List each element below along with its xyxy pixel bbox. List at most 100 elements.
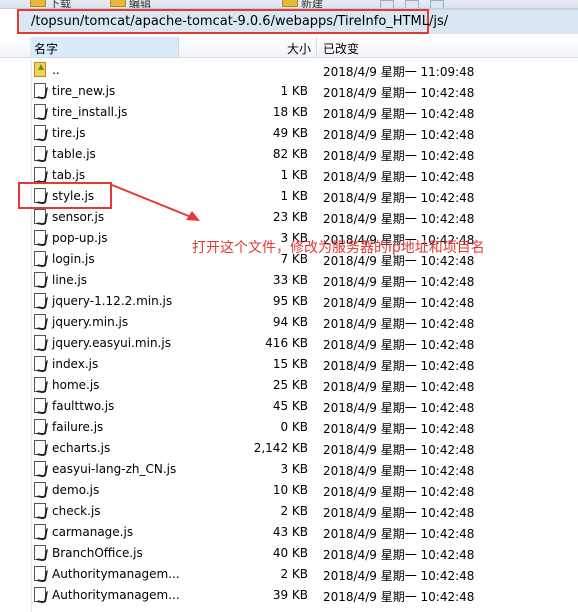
- js-file-icon: [34, 83, 46, 98]
- file-modified: 2018/4/9 星期一 10:42:48: [323, 464, 475, 478]
- js-file-icon: [34, 272, 46, 287]
- file-row[interactable]: jquery.min.js 94 KB 2018/4/9 星期一 10:42:48: [0, 312, 578, 333]
- column-divider[interactable]: [316, 37, 317, 57]
- file-size: 1 KB: [280, 84, 308, 98]
- toolbar-new-button[interactable]: 新建: [282, 0, 323, 8]
- file-name: login.js: [52, 252, 95, 266]
- js-file-icon: [34, 398, 46, 413]
- file-size: 15 KB: [272, 357, 308, 371]
- file-modified: 2018/4/9 星期一 10:42:48: [323, 359, 475, 373]
- annotation-text: 打开这个文件，修改为服务器的ip地址和项目名: [192, 240, 485, 256]
- js-file-icon: [34, 167, 46, 182]
- file-size: 3 KB: [280, 462, 308, 476]
- file-name: ..: [52, 63, 60, 77]
- js-file-icon: [34, 251, 46, 266]
- js-file-icon: [34, 377, 46, 392]
- new-folder-icon: [282, 0, 298, 7]
- file-name: jquery-1.12.2.min.js: [52, 294, 173, 308]
- file-row[interactable]: Authoritymanagem... 2 KB 2018/4/9 星期一 10:4…: [0, 564, 578, 585]
- file-name: pop-up.js: [52, 231, 108, 245]
- file-size: 0 KB: [280, 420, 308, 434]
- download-icon: [30, 0, 46, 7]
- file-row[interactable]: Authoritymanagem... 39 KB 2018/4/9 星期一 10:…: [0, 585, 578, 606]
- file-name: tab.js: [52, 168, 86, 182]
- file-row[interactable]: carmanage.js 43 KB 2018/4/9 星期一 10:42:48: [0, 522, 578, 543]
- js-file-icon: [34, 209, 46, 224]
- js-file-icon: [34, 419, 46, 434]
- file-name: tire_new.js: [52, 84, 116, 98]
- file-name: carmanage.js: [52, 525, 134, 539]
- file-row[interactable]: demo.js 10 KB 2018/4/9 星期一 10:42:48: [0, 480, 578, 501]
- file-name: demo.js: [52, 483, 100, 497]
- modified-column-header[interactable]: 已改变: [323, 40, 359, 57]
- js-file-icon: [34, 545, 46, 560]
- file-row[interactable]: home.js 25 KB 2018/4/9 星期一 10:42:48: [0, 375, 578, 396]
- js-file-icon: [34, 461, 46, 476]
- file-row[interactable]: line.js 33 KB 2018/4/9 星期一 10:42:48: [0, 270, 578, 291]
- file-name: jquery.min.js: [52, 315, 129, 329]
- js-file-icon: [34, 503, 46, 518]
- file-modified: 2018/4/9 星期一 10:42:48: [323, 296, 475, 310]
- file-row[interactable]: easyui-lang-zh_CN.js 3 KB 2018/4/9 星期一 10:…: [0, 459, 578, 480]
- file-modified: 2018/4/9 星期一 10:42:48: [323, 128, 475, 142]
- file-row[interactable]: table.js 82 KB 2018/4/9 星期一 10:42:48: [0, 144, 578, 165]
- file-size: 49 KB: [272, 126, 308, 140]
- toolbar-download-button[interactable]: 下载: [30, 0, 71, 8]
- file-size: 2,142 KB: [253, 441, 308, 455]
- file-name: echarts.js: [52, 441, 111, 455]
- file-row[interactable]: echarts.js 2,142 KB 2018/4/9 星期一 10:42:48: [0, 438, 578, 459]
- view-button-2[interactable]: [405, 0, 419, 8]
- parent-folder-icon: [34, 62, 46, 77]
- file-modified: 2018/4/9 星期一 10:42:48: [323, 569, 475, 583]
- file-name: home.js: [52, 378, 100, 392]
- file-modified: 2018/4/9 星期一 10:42:48: [323, 86, 475, 100]
- size-column-header[interactable]: 大小: [287, 40, 311, 57]
- file-row[interactable]: jquery.easyui.min.js 416 KB 2018/4/9 星期一 1…: [0, 333, 578, 354]
- file-size: 39 KB: [272, 588, 308, 602]
- file-name: line.js: [52, 273, 88, 287]
- file-name: Authoritymanagem...: [52, 588, 180, 602]
- js-file-icon: [34, 293, 46, 308]
- js-file-icon: [34, 566, 46, 581]
- file-row[interactable]: tire.js 49 KB 2018/4/9 星期一 10:42:48: [0, 123, 578, 144]
- file-row[interactable]: sensor.js 23 KB 2018/4/9 星期一 10:42:48: [0, 207, 578, 228]
- file-name: sensor.js: [52, 210, 105, 224]
- file-size: 94 KB: [272, 315, 308, 329]
- file-modified: 2018/4/9 星期一 10:42:48: [323, 401, 475, 415]
- address-bar-extension: [429, 9, 578, 34]
- file-row[interactable]: jquery-1.12.2.min.js 95 KB 2018/4/9 星期一 10…: [0, 291, 578, 312]
- file-row[interactable]: check.js 2 KB 2018/4/9 星期一 10:42:48: [0, 501, 578, 522]
- file-row[interactable]: tire_install.js 18 KB 2018/4/9 星期一 10:42:4…: [0, 102, 578, 123]
- view-button-3[interactable]: [430, 0, 444, 8]
- js-file-icon: [34, 230, 46, 245]
- name-column-header[interactable]: 名字: [34, 40, 58, 57]
- file-modified: 2018/4/9 星期一 10:42:48: [323, 527, 475, 541]
- file-row[interactable]: failure.js 0 KB 2018/4/9 星期一 10:42:48: [0, 417, 578, 438]
- file-row[interactable]: faulttwo.js 45 KB 2018/4/9 星期一 10:42:48: [0, 396, 578, 417]
- file-row[interactable]: .. 2018/4/9 星期一 11:09:48: [0, 60, 578, 81]
- file-modified: 2018/4/9 星期一 11:09:48: [323, 65, 475, 79]
- file-size: 2 KB: [280, 567, 308, 581]
- file-size: 18 KB: [272, 105, 308, 119]
- file-modified: 2018/4/9 星期一 10:42:48: [323, 107, 475, 121]
- highlight-box: [18, 182, 112, 209]
- js-file-icon: [34, 335, 46, 350]
- js-file-icon: [34, 587, 46, 602]
- js-file-icon: [34, 104, 46, 119]
- file-row[interactable]: BranchOffice.js 40 KB 2018/4/9 星期一 10:42:4…: [0, 543, 578, 564]
- file-modified: 2018/4/9 星期一 10:42:48: [323, 170, 475, 184]
- edit-icon: [110, 0, 126, 7]
- file-name: BranchOffice.js: [52, 546, 143, 560]
- toolbar: 下载 编辑 新建: [0, 0, 578, 9]
- file-row[interactable]: index.js 15 KB 2018/4/9 星期一 10:42:48: [0, 354, 578, 375]
- file-size: 25 KB: [272, 378, 308, 392]
- toolbar-edit-button[interactable]: 编辑: [110, 0, 151, 8]
- address-bar[interactable]: /topsun/tomcat/apache-tomcat-9.0.6/webap…: [17, 9, 448, 34]
- file-name: index.js: [52, 357, 99, 371]
- file-list: .. 2018/4/9 星期一 11:09:48 tire_new.js 1 KB 20…: [0, 60, 578, 612]
- file-row[interactable]: tire_new.js 1 KB 2018/4/9 星期一 10:42:48: [0, 81, 578, 102]
- column-header-row: 名字 大小 已改变: [0, 37, 578, 58]
- js-file-icon: [34, 482, 46, 497]
- view-button-1[interactable]: [380, 0, 394, 8]
- file-modified: 2018/4/9 星期一 10:42:48: [323, 275, 475, 289]
